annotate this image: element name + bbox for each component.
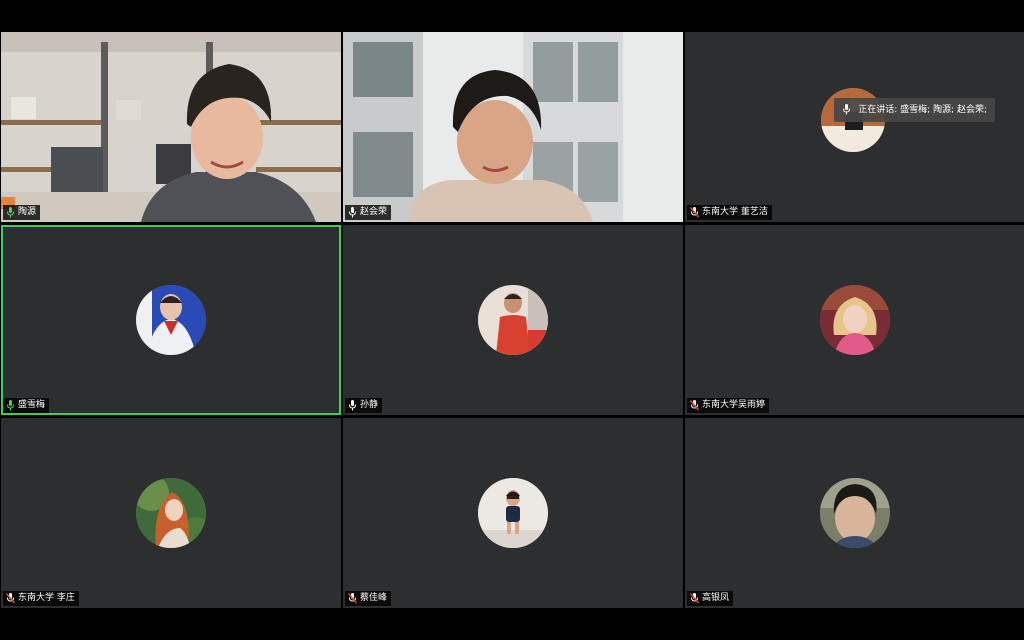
participant-name-tag: 盛雪梅 bbox=[3, 398, 50, 413]
participant-tile-caijiafeng[interactable]: 蔡佳峰 bbox=[343, 418, 683, 608]
participant-avatar bbox=[820, 285, 890, 355]
participant-tile-gaoyinfeng[interactable]: 高银凤 bbox=[685, 418, 1024, 608]
participant-video bbox=[1, 32, 341, 222]
participant-name: 陶源 bbox=[18, 207, 37, 217]
mic-icon bbox=[349, 400, 356, 411]
participant-name: 东南大学 董艺洁 bbox=[702, 207, 768, 217]
participant-name-tag: 赵会荣 bbox=[345, 205, 392, 220]
mic-muted-icon bbox=[6, 593, 15, 604]
participant-tile-dongyijie[interactable]: 正在讲话: 盛雪梅; 陶源; 赵会荣; 东南大学 董艺洁 bbox=[685, 32, 1024, 222]
participant-avatar bbox=[136, 285, 206, 355]
participant-name-tag: 孙静 bbox=[345, 398, 383, 413]
speaking-banner-text: 正在讲话: 盛雪梅; 陶源; 赵会荣; bbox=[858, 105, 987, 115]
mic-icon bbox=[843, 104, 851, 115]
participant-name: 孙静 bbox=[360, 400, 379, 410]
mic-icon bbox=[349, 207, 356, 218]
participant-tile-wuyuting[interactable]: 东南大学吴雨婷 bbox=[685, 225, 1024, 415]
mic-muted-icon bbox=[690, 400, 699, 411]
participant-tile-zhaohuirong[interactable]: 赵会荣 bbox=[343, 32, 683, 222]
mic-muted-icon bbox=[348, 593, 357, 604]
participant-name: 东南大学 李庄 bbox=[18, 593, 75, 603]
participant-tile-taoyuan[interactable]: 陶源 bbox=[1, 32, 341, 222]
participant-name: 赵会荣 bbox=[360, 207, 388, 217]
participant-name: 高银凤 bbox=[702, 593, 730, 603]
participant-video bbox=[343, 32, 683, 222]
participant-name-tag: 东南大学 李庄 bbox=[3, 591, 79, 606]
participant-name: 盛雪梅 bbox=[18, 400, 46, 410]
mic-icon bbox=[7, 207, 14, 218]
participant-name-tag: 蔡佳峰 bbox=[345, 591, 392, 606]
participant-avatar bbox=[136, 478, 206, 548]
mic-muted-icon bbox=[690, 593, 699, 604]
participant-name-tag: 东南大学吴雨婷 bbox=[687, 398, 770, 413]
participant-avatar bbox=[478, 478, 548, 548]
participant-tile-shengxuemei[interactable]: 盛雪梅 bbox=[1, 225, 341, 415]
participant-avatar bbox=[478, 285, 548, 355]
speaking-banner: 正在讲话: 盛雪梅; 陶源; 赵会荣; bbox=[834, 98, 995, 122]
participant-tile-lizhuang[interactable]: 东南大学 李庄 bbox=[1, 418, 341, 608]
participant-name-tag: 陶源 bbox=[3, 205, 41, 220]
participant-name: 东南大学吴雨婷 bbox=[702, 400, 766, 410]
mic-muted-icon bbox=[690, 207, 699, 218]
participant-name: 蔡佳峰 bbox=[360, 593, 388, 603]
mic-icon bbox=[7, 400, 14, 411]
participant-name-tag: 高银凤 bbox=[687, 591, 734, 606]
participant-name-tag: 东南大学 董艺洁 bbox=[687, 205, 772, 220]
participant-avatar bbox=[820, 478, 890, 548]
participant-tile-sunjing[interactable]: 孙静 bbox=[343, 225, 683, 415]
video-grid: 陶源 赵会荣 正在讲话: 盛雪梅; 陶源; 赵会荣; 东南大学 董艺洁 盛雪梅 … bbox=[0, 32, 1024, 608]
